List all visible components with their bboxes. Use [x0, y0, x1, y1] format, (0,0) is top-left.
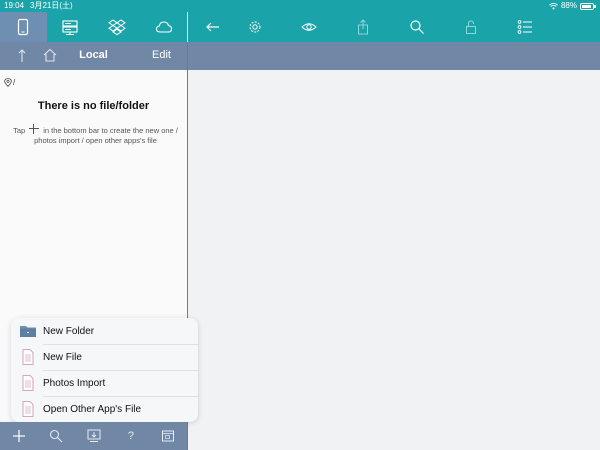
share-icon — [358, 19, 368, 35]
lock-icon — [466, 20, 476, 34]
empty-state-hint: Tap in the bottom bar to create the new o… — [8, 124, 183, 146]
gear-icon — [249, 21, 261, 33]
status-time: 19:04 — [4, 1, 25, 10]
menu-item-new-folder[interactable]: New Folder — [11, 318, 198, 344]
download-icon — [87, 429, 101, 442]
hint-text-after: in the bottom bar to create the new one … — [34, 126, 178, 145]
tab-dropbox[interactable] — [94, 12, 141, 42]
search-icon — [410, 20, 424, 34]
help-icon: ? — [127, 430, 134, 442]
status-date: 3月21日(土) — [30, 1, 73, 10]
eye-icon — [301, 23, 317, 31]
current-path: / — [13, 78, 16, 87]
page-title: Local — [79, 49, 108, 61]
menu-item-label: Open Other App's File — [43, 403, 142, 415]
bottom-search-button[interactable] — [37, 422, 74, 450]
empty-state-title: There is no file/folder — [37, 100, 150, 112]
file-icon — [22, 349, 34, 365]
create-menu-popover: New Folder New File Photos Import Open O… — [11, 318, 198, 422]
lock-button[interactable] — [444, 12, 498, 42]
menu-item-label: New Folder — [43, 325, 95, 337]
plus-icon — [29, 124, 40, 134]
settings-button[interactable] — [228, 12, 282, 42]
battery-icon — [580, 2, 596, 10]
menu-item-label: Photos Import — [43, 377, 106, 389]
menu-item-label: New File — [43, 351, 82, 363]
battery-percent: 88% — [560, 1, 577, 10]
server-icon — [62, 20, 78, 35]
hint-text-before: Tap — [13, 126, 26, 135]
source-toolbar — [0, 12, 187, 42]
left-nav-bar: Local Edit — [0, 42, 187, 70]
tab-local-device[interactable] — [0, 12, 47, 42]
status-bar: 19:04 3月21日(土) 88% — [0, 0, 600, 12]
up-arrow-icon[interactable] — [14, 47, 30, 65]
list-icon — [517, 20, 532, 34]
share-button[interactable] — [336, 12, 390, 42]
file-toolbar — [188, 12, 600, 42]
window-icon — [162, 430, 175, 442]
menu-item-new-file[interactable]: New File — [11, 344, 198, 370]
wifi-icon — [549, 2, 558, 10]
device-icon — [18, 18, 29, 36]
list-view-button[interactable] — [498, 12, 552, 42]
window-button[interactable] — [150, 422, 187, 450]
edit-button[interactable]: Edit — [152, 49, 171, 61]
path-indicator: / — [4, 78, 15, 87]
dropbox-icon — [107, 19, 126, 36]
tab-server[interactable] — [47, 12, 94, 42]
home-icon[interactable] — [42, 47, 58, 63]
photos-icon — [22, 375, 34, 391]
folder-icon — [20, 326, 36, 337]
add-button[interactable] — [0, 422, 37, 450]
menu-item-photos-import[interactable]: Photos Import — [11, 370, 198, 396]
bottom-bar: ? — [0, 422, 187, 450]
preview-pane — [188, 70, 600, 450]
open-file-icon — [22, 401, 34, 417]
right-nav-bar — [188, 42, 600, 70]
back-arrow-icon — [206, 22, 219, 32]
help-button[interactable]: ? — [112, 422, 149, 450]
search-button[interactable] — [390, 12, 444, 42]
back-button[interactable] — [198, 12, 228, 42]
location-pin-icon — [4, 78, 12, 87]
preview-button[interactable] — [282, 12, 336, 42]
search-icon — [50, 429, 63, 443]
tab-cloud[interactable] — [140, 12, 187, 42]
download-button[interactable] — [75, 422, 112, 450]
cloud-icon — [155, 21, 172, 33]
plus-icon — [12, 430, 25, 442]
menu-item-open-other-app-file[interactable]: Open Other App's File — [11, 396, 198, 422]
